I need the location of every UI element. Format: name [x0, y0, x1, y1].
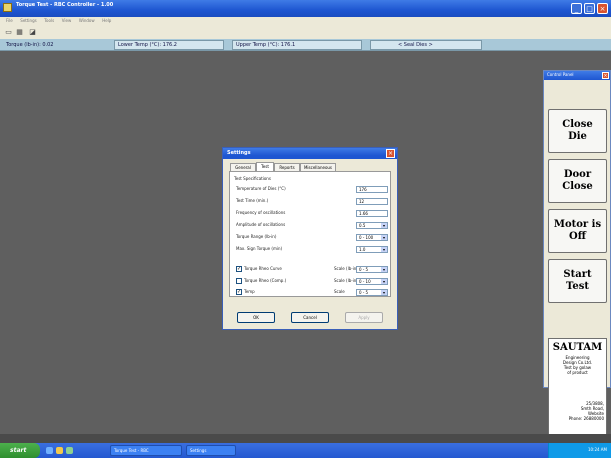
checkbox-label: Torque Rheo (Comp.) — [244, 278, 287, 283]
field-label: Test Time (min.) — [236, 198, 269, 203]
chevron-down-icon[interactable]: ▾ — [381, 290, 387, 295]
toolbar: ▭ ▦ ◪ — [0, 26, 611, 39]
folder-icon[interactable] — [56, 447, 63, 454]
torque-comp-checkbox[interactable] — [236, 278, 242, 284]
chart-icon[interactable]: ◪ — [28, 28, 37, 37]
chevron-down-icon[interactable]: ▾ — [381, 279, 387, 284]
sautam-subtitle: Engineering Design Co.Ltd. Test by golaw… — [562, 355, 593, 375]
torque-comp-scale-select[interactable]: 0 - 10 ▾ — [356, 278, 388, 285]
mdi-bottom-strip — [0, 434, 611, 443]
desktop-icon[interactable] — [66, 447, 73, 454]
control-panel-close-icon[interactable]: × — [602, 72, 609, 79]
chevron-down-icon[interactable]: ▾ — [381, 247, 387, 252]
door-close-button[interactable]: Door Close — [548, 159, 607, 203]
scale-value: 0 - 5 — [359, 267, 369, 272]
scale-label: Scale — [334, 289, 345, 294]
amplitude-value: 0.5 — [359, 223, 366, 228]
control-panel: Control Panel × Close Die Door Close Mot… — [543, 70, 611, 452]
group-label: Test Specifications — [234, 176, 271, 181]
temp-checkbox[interactable]: ✓ — [236, 289, 242, 295]
amplitude-select[interactable]: 0.5 ▾ — [356, 222, 388, 229]
start-button[interactable]: start — [0, 443, 40, 458]
chevron-down-icon[interactable]: ▾ — [381, 267, 387, 272]
frequency-input[interactable]: 1.66 — [356, 210, 388, 217]
system-tray: 10:24 AM — [548, 443, 611, 458]
torque-range-value: 0 - 100 — [359, 235, 374, 240]
sautam-logo: SAUTAM — [552, 342, 603, 353]
taskbar: start Torque Test - RBC Settings 10:24 A… — [0, 443, 611, 458]
settings-title: Settings — [227, 150, 251, 156]
field-label: Amplitude of oscillations — [236, 222, 286, 227]
field-label: Torque Range (lb-in) — [236, 234, 277, 239]
window-title: Torque Test - RBC Controller - 1.00 — [16, 2, 114, 8]
taskbar-item-app[interactable]: Torque Test - RBC — [110, 445, 182, 456]
max-sign-torque-select[interactable]: 1.0 ▾ — [356, 246, 388, 253]
tab-miscellaneous[interactable]: Miscellaneous — [300, 163, 336, 171]
control-panel-title-bar: Control Panel × — [544, 71, 610, 80]
field-label: Max. Sign Torque (min) — [236, 246, 283, 251]
settings-dialog: Settings × General Test Reports Miscella… — [222, 147, 398, 330]
scale-value: 0 - 10 — [359, 279, 371, 284]
tab-reports[interactable]: Reports — [274, 163, 300, 171]
torque-range-select[interactable]: 0 - 100 ▾ — [356, 234, 388, 241]
motor-button[interactable]: Motor is Off — [548, 209, 607, 253]
start-test-button[interactable]: Start Test — [548, 259, 607, 303]
cancel-button[interactable]: Cancel — [291, 312, 329, 323]
app-icon — [3, 3, 12, 12]
test-time-input[interactable]: 12 — [356, 198, 388, 205]
control-panel-title: Control Panel — [547, 72, 574, 77]
upper-temp-readout: Upper Temp (°C): 176.1 — [236, 42, 296, 48]
chevron-down-icon[interactable]: ▾ — [381, 235, 387, 240]
grid-icon[interactable]: ▦ — [15, 28, 24, 37]
torque-curve-checkbox[interactable]: ✓ — [236, 266, 242, 272]
scale-label: Scale (lb-in) — [334, 266, 358, 271]
torque-readout: Torque (lb-in): 0.02 — [6, 42, 54, 48]
checkbox-label: Torque Rheo Curve — [244, 266, 282, 271]
close-die-button[interactable]: Close Die — [548, 109, 607, 153]
scale-label: Scale (lb-in) — [334, 278, 358, 283]
chevron-down-icon[interactable]: ▾ — [381, 223, 387, 228]
menu-window[interactable]: Window — [79, 18, 95, 23]
clock: 10:24 AM — [588, 447, 607, 452]
temp-scale-select[interactable]: 0 - 5 ▾ — [356, 289, 388, 296]
apply-button[interactable]: Apply — [345, 312, 383, 323]
tab-general[interactable]: General — [230, 163, 256, 171]
settings-close-icon[interactable]: × — [386, 149, 395, 158]
menu-file[interactable]: File — [6, 18, 13, 23]
tab-test[interactable]: Test — [256, 162, 274, 171]
test-tab-pane: Test Specifications Temperature of Dies … — [229, 171, 391, 297]
die-temperature-input[interactable]: 176 — [356, 186, 388, 193]
maximize-button[interactable]: □ — [584, 3, 595, 14]
field-label: Temperature of Dies (°C) — [236, 186, 286, 191]
readout-bar: Torque (lb-in): 0.02 Lower Temp (°C): 17… — [0, 39, 611, 51]
field-label: Frequency of oscillations — [236, 210, 286, 215]
scale-value: 0 - 5 — [359, 290, 369, 295]
taskbar-item-settings[interactable]: Settings — [186, 445, 236, 456]
menu-help[interactable]: Help — [102, 18, 111, 23]
max-sign-torque-value: 1.0 — [359, 247, 366, 252]
torque-curve-scale-select[interactable]: 0 - 5 ▾ — [356, 266, 388, 273]
sautam-address: 25/3808, Smth Road, Website Phone: 26880… — [568, 401, 604, 421]
lower-temp-readout: Lower Temp (°C): 176.2 — [118, 42, 177, 48]
close-button[interactable]: × — [597, 3, 608, 14]
menu-bar: File Settings Tools View Window Help — [0, 17, 611, 26]
menu-view[interactable]: View — [62, 18, 72, 23]
menu-tools[interactable]: Tools — [44, 18, 54, 23]
open-icon[interactable]: ▭ — [4, 28, 13, 37]
die-state-readout: < Seal Dies > — [398, 42, 433, 48]
menu-settings[interactable]: Settings — [20, 18, 36, 23]
settings-title-bar: Settings × — [223, 148, 397, 159]
checkbox-label: Temp — [244, 289, 255, 294]
minimize-button[interactable]: _ — [571, 3, 582, 14]
ok-button[interactable]: OK — [237, 312, 275, 323]
title-bar: Torque Test - RBC Controller - 1.00 _ □ … — [0, 0, 611, 17]
ie-icon[interactable] — [46, 447, 53, 454]
